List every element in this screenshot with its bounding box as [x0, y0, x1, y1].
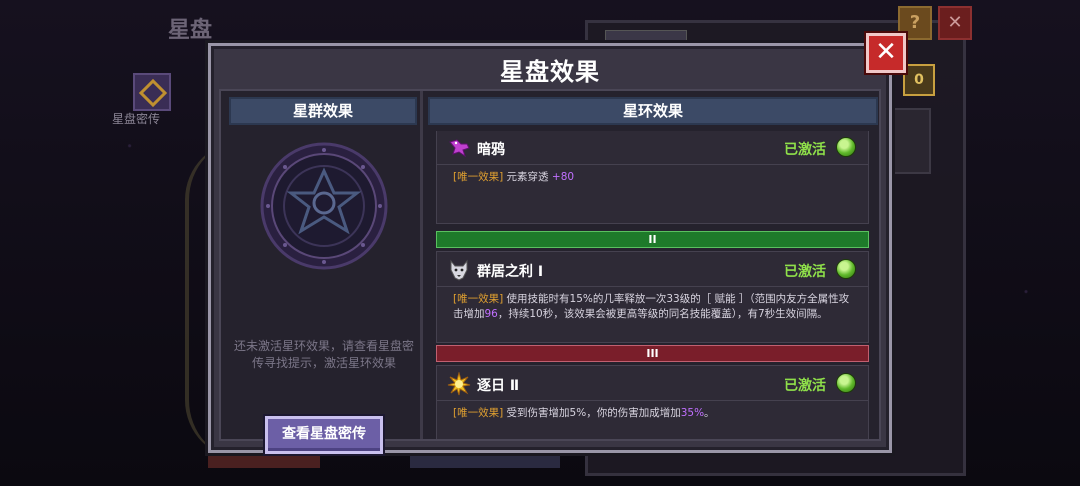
entry-header: 暗鸦 已激活	[437, 131, 868, 165]
unique-effect-tag: [唯一效果]	[453, 407, 504, 419]
close-icon: ✕	[875, 37, 897, 67]
ring-effects-header: 星环效果	[428, 97, 878, 125]
entry-status: 已激活	[784, 264, 826, 280]
dialog-title: 星盘效果	[500, 58, 600, 86]
panel-divider	[420, 91, 423, 439]
entry-description: [唯一效果] 使用技能时有15%的几率释放一次33级的［ 赋能 ］（范围内友方全…	[453, 292, 854, 322]
wolf-icon	[450, 259, 468, 281]
sun-icon	[447, 372, 471, 396]
desc-value: +80	[551, 171, 575, 183]
star-disk-lore-icon	[133, 73, 171, 111]
constellation-effects-header: 星群效果	[229, 97, 417, 125]
ring-effect-entry: 群居之利 Ⅰ 已激活 [唯一效果] 使用技能时有15%的几率释放一次33级的［ …	[436, 251, 869, 343]
entry-name: 群居之利 Ⅰ	[477, 264, 544, 280]
entry-name: 逐日 Ⅱ	[477, 378, 520, 394]
active-indicator-icon	[836, 259, 856, 279]
desc-value: 96	[484, 308, 498, 320]
entry-status: 已激活	[784, 378, 826, 394]
entry-description: [唯一效果] 受到伤害增加5%，你的伤害加成增加35%。	[453, 406, 854, 421]
star-disk-effects-dialog: 星盘效果 ✕ 星群效果 还未激活星环效果，请查看星盘密传寻找提示，激活星环效果 …	[208, 33, 906, 454]
star-disk-emblem-icon	[260, 142, 388, 270]
view-lore-button[interactable]: 查看星盘密传	[265, 416, 383, 454]
desc-text: 元素穿透	[503, 171, 552, 183]
entry-header: 逐日 Ⅱ 已激活	[437, 366, 868, 401]
dialog-body: 星群效果 还未激活星环效果，请查看星盘密传寻找提示，激活星环效果 查看星盘密传 …	[219, 89, 881, 454]
desc-text-2: 。	[704, 407, 715, 419]
entry-header: 群居之利 Ⅰ 已激活	[437, 252, 868, 287]
desc-text: 受到伤害增加5%，你的伤害加成增加	[503, 407, 681, 419]
ring-effects-list[interactable]: 暗鸦 已激活 [唯一效果] 元素穿透 +80 II 群居之利 Ⅰ 已激活 [唯一…	[436, 131, 873, 439]
entry-description: [唯一效果] 元素穿透 +80	[453, 170, 854, 185]
entry-name: 暗鸦	[477, 142, 505, 158]
active-indicator-icon	[836, 137, 856, 157]
coin-icon: 0	[903, 64, 935, 96]
close-button[interactable]: ✕	[866, 33, 906, 73]
desc-text-2: ，持续10秒，该效果会被更高等级的同名技能覆盖），有7秒生效间隔。	[497, 308, 828, 320]
unique-effect-tag: [唯一效果]	[453, 293, 504, 305]
tier-3-bar: III	[436, 345, 869, 362]
background-title: 星盘	[168, 18, 213, 43]
desc-value: 35%	[680, 407, 705, 419]
unique-effect-tag: [唯一效果]	[453, 171, 504, 183]
ring-effect-entry: 逐日 Ⅱ 已激活 [唯一效果] 受到伤害增加5%，你的伤害加成增加35%。	[436, 365, 869, 439]
constellation-hint-text: 还未激活星环效果，请查看星盘密传寻找提示，激活星环效果	[233, 339, 414, 370]
ring-effect-entry: 暗鸦 已激活 [唯一效果] 元素穿透 +80	[436, 131, 869, 224]
crow-icon	[449, 139, 470, 158]
background-close-icon[interactable]: ✕	[938, 6, 972, 40]
tier-2-bar: II	[436, 231, 869, 248]
background-item-slot	[893, 108, 931, 174]
entry-status: 已激活	[784, 142, 826, 158]
active-indicator-icon	[836, 373, 856, 393]
star-disk-lore-label: 星盘密传	[112, 112, 161, 126]
